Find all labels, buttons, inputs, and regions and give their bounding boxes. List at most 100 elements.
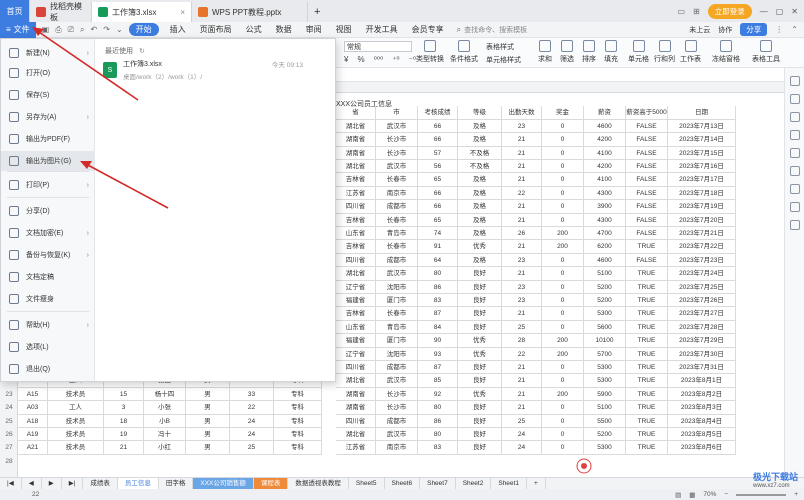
tab-workbook[interactable]: 工作簿3.xlsx ×: [92, 2, 192, 22]
table-cell[interactable]: 长沙市: [376, 387, 418, 402]
table-cell[interactable]: 21: [502, 133, 542, 147]
table-cell[interactable]: 良好: [458, 428, 502, 442]
home-tab[interactable]: 首页: [0, 0, 30, 22]
table-cell[interactable]: 4600: [584, 119, 626, 134]
table-cell[interactable]: 及格: [458, 253, 502, 268]
table-cell[interactable]: 山东省: [336, 320, 376, 335]
type-convert-button[interactable]: 类型转换: [416, 40, 444, 64]
table-cell[interactable]: 25: [230, 441, 274, 455]
table-cell[interactable]: 男: [186, 387, 230, 402]
table-cell[interactable]: 辽宁省: [336, 347, 376, 361]
table-cell[interactable]: 23: [502, 253, 542, 268]
table-cell[interactable]: 2023年7月22日: [668, 240, 736, 254]
table-cell[interactable]: FALSE: [626, 173, 668, 187]
table-cell[interactable]: 21: [502, 401, 542, 415]
table-cell[interactable]: 四川省: [336, 200, 376, 214]
table-cell[interactable]: 3900: [584, 200, 626, 214]
table-cell[interactable]: 2023年7月29日: [668, 334, 736, 348]
table-cell[interactable]: 25: [502, 414, 542, 428]
redo-icon[interactable]: ↷: [103, 25, 110, 35]
table-cell[interactable]: 84: [418, 320, 458, 335]
table-cell[interactable]: 良好: [458, 307, 502, 321]
table-cell[interactable]: 优秀: [458, 387, 502, 402]
table-cell[interactable]: 沈阳市: [376, 280, 418, 294]
table-cell[interactable]: 及格: [458, 227, 502, 241]
table-cell[interactable]: 200: [542, 347, 584, 361]
row-number[interactable]: 28: [0, 458, 18, 465]
zoom-in-icon[interactable]: +: [794, 491, 798, 498]
sum-button[interactable]: 求和: [538, 40, 552, 64]
table-cell[interactable]: 2023年7月13日: [668, 119, 736, 134]
table-cell[interactable]: 0: [542, 200, 584, 214]
table-cell[interactable]: A19: [18, 428, 48, 442]
file-menu-item[interactable]: 文档定稿: [1, 267, 95, 287]
table-cell[interactable]: 湖北省: [336, 428, 376, 442]
table-cell[interactable]: TRUE: [626, 374, 668, 388]
table-cell[interactable]: 沈阳市: [376, 347, 418, 361]
tab-member[interactable]: 会员专享: [405, 24, 451, 35]
more-icon[interactable]: ⋮: [775, 25, 783, 34]
number-format-select[interactable]: 常规: [344, 41, 412, 52]
table-cell[interactable]: 0: [542, 133, 584, 147]
table-cell[interactable]: TRUE: [626, 334, 668, 348]
refresh-icon[interactable]: ↻: [139, 48, 145, 55]
preview-icon[interactable]: ⌕: [80, 25, 84, 35]
table-cell[interactable]: FALSE: [626, 227, 668, 241]
zoom-level[interactable]: 70%: [703, 491, 716, 498]
table-cell[interactable]: 4300: [584, 213, 626, 227]
table-cell[interactable]: 专科: [274, 387, 322, 402]
table-cell[interactable]: TRUE: [626, 280, 668, 294]
file-menu-button[interactable]: ≡ 文件: [0, 21, 36, 38]
table-cell[interactable]: 长春市: [376, 173, 418, 187]
table-cell[interactable]: 四川省: [336, 361, 376, 375]
tab-page-layout[interactable]: 页面布局: [193, 24, 239, 35]
print-icon[interactable]: ⎚: [68, 25, 74, 35]
table-cell[interactable]: 0: [542, 441, 584, 455]
table-cell[interactable]: 湖北省: [336, 119, 376, 134]
table-cell[interactable]: 武汉市: [376, 119, 418, 134]
table-cell[interactable]: 87: [418, 307, 458, 321]
table-cell[interactable]: 长沙市: [376, 133, 418, 147]
file-menu-item[interactable]: 另存为(A) ›: [1, 107, 95, 127]
table-cell[interactable]: 湖南省: [336, 133, 376, 147]
table-cell[interactable]: FALSE: [626, 119, 668, 134]
table-cell[interactable]: 长春市: [376, 307, 418, 321]
table-cell[interactable]: 0: [542, 280, 584, 294]
table-cell[interactable]: 0: [542, 186, 584, 201]
sheet-tab[interactable]: 田字格: [159, 477, 194, 490]
tab-formula[interactable]: 公式: [239, 24, 269, 35]
save-icon[interactable]: ▣: [42, 25, 50, 35]
grid-icon[interactable]: ⊞: [693, 7, 700, 16]
column-header-cell[interactable]: 省: [336, 106, 376, 120]
undo-icon[interactable]: ↶: [91, 25, 98, 35]
table-cell[interactable]: TRUE: [626, 414, 668, 428]
table-cell[interactable]: 0: [542, 307, 584, 321]
file-menu-item[interactable]: 帮助(H) ›: [1, 315, 95, 335]
table-cell[interactable]: 2023年7月21日: [668, 227, 736, 241]
tab-start[interactable]: 开始: [128, 23, 159, 36]
recent-file-item[interactable]: S 工作簿3.xlsx 桌面/work（2）/work（1）/ 今天 09:13: [103, 57, 331, 83]
table-cell[interactable]: 200: [542, 334, 584, 348]
table-cell[interactable]: 2023年8月2日: [668, 387, 736, 402]
file-menu-item[interactable]: 打开(O): [1, 63, 95, 83]
table-cell[interactable]: 福建省: [336, 294, 376, 308]
settings-icon[interactable]: [789, 202, 800, 212]
table-cell[interactable]: 6200: [584, 240, 626, 254]
table-cell[interactable]: 男: [186, 441, 230, 455]
close-icon[interactable]: ×: [180, 8, 185, 17]
table-cell[interactable]: 及格: [458, 186, 502, 201]
row-number[interactable]: 26: [0, 431, 18, 438]
table-cell[interactable]: 80: [418, 428, 458, 442]
table-cell[interactable]: 武汉市: [376, 428, 418, 442]
currency-icon[interactable]: ¥: [344, 55, 348, 64]
table-cell[interactable]: 辽宁省: [336, 280, 376, 294]
table-cell[interactable]: 小张: [144, 401, 186, 415]
table-cell[interactable]: 冯十: [144, 428, 186, 442]
table-cell[interactable]: 成都市: [376, 361, 418, 375]
table-cell[interactable]: 吉林省: [336, 173, 376, 187]
table-cell[interactable]: FALSE: [626, 186, 668, 201]
table-cell[interactable]: TRUE: [626, 347, 668, 361]
table-cell[interactable]: 及格: [458, 200, 502, 214]
table-cell[interactable]: 0: [542, 401, 584, 415]
table-cell[interactable]: 湖北省: [336, 160, 376, 174]
